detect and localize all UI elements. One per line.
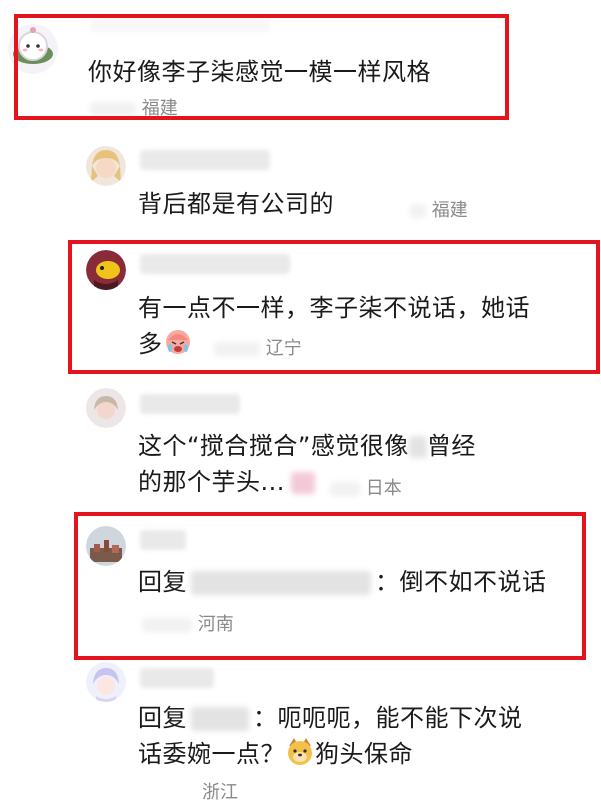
comment-text-fragment: 狗头保命: [315, 740, 413, 768]
comment-text-fragment: 的那个芋头...: [138, 468, 285, 496]
username-blurred[interactable]: [140, 668, 214, 688]
comment-text-fragment: 曾经: [426, 432, 476, 460]
comment-text: 回复 ：呃呃呃，能不能下次说: [138, 700, 523, 736]
comment-text-line2: 话委婉一点？ 狗头保命: [138, 736, 413, 772]
avatar[interactable]: [86, 146, 126, 186]
comment-text-line2: 的那个芋头...: [138, 464, 315, 500]
highlight-box: [74, 512, 586, 660]
anime-avatar-icon: [86, 662, 126, 702]
reply-prefix: 回复: [138, 704, 187, 732]
avatar[interactable]: [86, 662, 126, 702]
comment-text: 背后都是有公司的: [138, 190, 334, 218]
girl-avatar-icon: [86, 388, 126, 428]
comment-location: 福建: [410, 196, 468, 222]
blurred-name: [408, 436, 427, 458]
comment-location: 浙江: [202, 778, 238, 804]
timestamp-blurred: [410, 204, 426, 218]
comment-text: 这个“搅合搅合”感觉很像 曾经: [138, 428, 476, 464]
comment-text-fragment: 这个“搅合搅合”感觉很像: [138, 432, 409, 460]
comment-text-fragment: 话委婉一点？: [138, 740, 285, 768]
highlight-box: [68, 240, 600, 374]
location-text: 日本: [365, 478, 402, 499]
comment-text-fragment: ：呃呃呃，能不能下次说: [253, 704, 523, 732]
location-text: 福建: [431, 200, 468, 221]
blurred-emoji: [290, 472, 315, 494]
username-blurred[interactable]: [140, 394, 240, 414]
blonde-avatar-icon: [86, 146, 126, 186]
comment-location: 日本: [330, 474, 402, 500]
reply-to-username-blurred[interactable]: [191, 707, 249, 731]
avatar[interactable]: [86, 388, 126, 428]
dog-head-emoji-icon: [288, 738, 312, 765]
timestamp-blurred: [330, 482, 360, 496]
location-text: 浙江: [202, 782, 238, 803]
highlight-box: [14, 14, 509, 120]
username-blurred[interactable]: [140, 150, 270, 170]
